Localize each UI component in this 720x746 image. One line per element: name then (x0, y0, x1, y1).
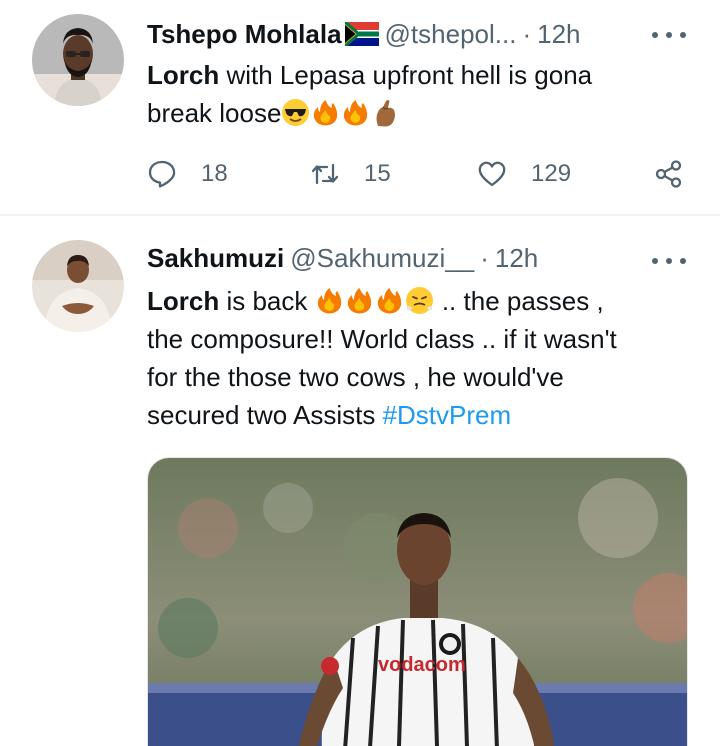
fire-emoji (315, 286, 344, 315)
tweet-1[interactable]: Tshepo Mohlala @tshepol... · 12h Lorch w… (0, 0, 720, 214)
avatar[interactable] (32, 14, 124, 106)
hashtag-link[interactable]: #DstvPrem (383, 400, 512, 430)
like-button[interactable]: 129 (477, 154, 571, 194)
retweet-icon (310, 159, 340, 189)
tweet-text-line1a: is back (219, 286, 315, 316)
separator-dot: · (522, 18, 532, 49)
mention-text: Lorch (147, 286, 220, 316)
heart-icon (477, 159, 507, 189)
reply-icon (147, 159, 177, 189)
tweet-text: Lorch is back .. the passes , the compos… (147, 282, 692, 434)
tweet-text-line1b: .. the passes , (434, 286, 604, 316)
retweet-button[interactable]: 15 (310, 154, 391, 194)
fire-emoji (345, 286, 374, 315)
share-button[interactable] (654, 154, 684, 194)
share-icon (654, 159, 684, 189)
avatar[interactable] (32, 240, 124, 332)
tweet-text-line1: with Lepasa upfront hell is gona (219, 60, 593, 90)
svg-text:vodacom: vodacom (378, 654, 466, 676)
tweet-header: Sakhumuzi @Sakhumuzi__ · 12h (147, 240, 538, 276)
sunglasses-face-emoji (281, 98, 310, 127)
tweet-time[interactable]: 12h (495, 243, 538, 274)
fire-emoji (375, 286, 404, 315)
like-count: 129 (531, 160, 572, 187)
tweet-text-line4: secured two Assists (147, 400, 383, 430)
author-name[interactable]: Tshepo Mohlala (147, 19, 342, 50)
action-bar: 18 15 129 (147, 154, 692, 194)
more-options-icon[interactable] (652, 30, 686, 40)
tweet-2[interactable]: Sakhumuzi @Sakhumuzi__ · 12h Lorch is ba… (0, 216, 720, 746)
author-handle[interactable]: @Sakhumuzi__ (290, 243, 474, 274)
tweet-text-line2: break loose (147, 98, 282, 128)
tweet-time[interactable]: 12h (537, 19, 580, 50)
retweet-count: 15 (364, 160, 391, 187)
separator-dot: · (480, 242, 489, 273)
tweet-text-line2: the composure!! World class .. if it was… (147, 324, 617, 354)
reply-count: 18 (201, 160, 228, 187)
pinching-hand-emoji (371, 98, 400, 127)
football-player-photo: vodacom (148, 458, 687, 746)
fire-emoji (311, 98, 340, 127)
tweet-photo[interactable]: vodacom (147, 457, 688, 746)
face-with-steam-emoji (405, 286, 434, 315)
author-handle[interactable]: @tshepol... (385, 19, 517, 50)
tweet-text: Lorch with Lepasa upfront hell is gona b… (147, 56, 692, 132)
mention-text: Lorch (147, 60, 220, 90)
fire-emoji (341, 98, 370, 127)
reply-button[interactable]: 18 (147, 154, 228, 194)
tweet-text-line3: for the those two cows , he would've (147, 362, 564, 392)
author-name[interactable]: Sakhumuzi (147, 243, 284, 274)
tweet-header: Tshepo Mohlala @tshepol... · 12h (147, 16, 581, 52)
south-africa-flag-icon (343, 20, 379, 48)
more-options-icon[interactable] (652, 256, 686, 266)
